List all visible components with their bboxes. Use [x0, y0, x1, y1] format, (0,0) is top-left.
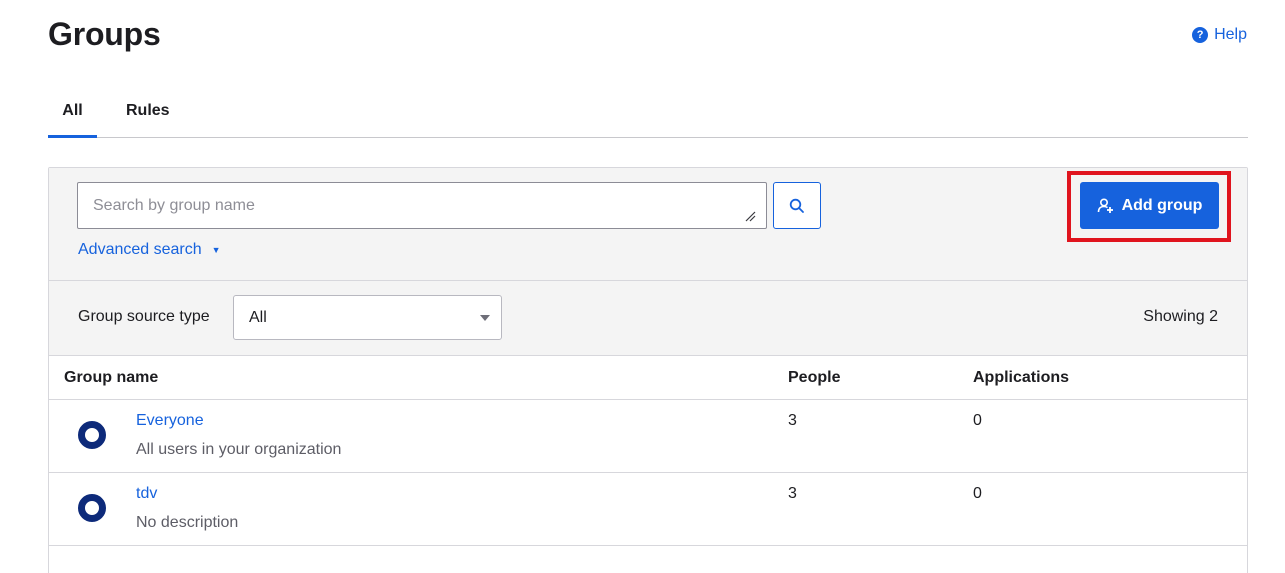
search-input[interactable]: [77, 182, 767, 229]
group-icon: [78, 421, 106, 449]
groups-panel: Advanced search ▼ Add group Group source…: [48, 167, 1248, 573]
add-group-label: Add group: [1121, 196, 1203, 214]
group-description: No description: [136, 514, 239, 531]
group-people-count: 3: [788, 485, 797, 502]
group-name-link[interactable]: tdv: [136, 485, 157, 503]
search-icon: [789, 198, 804, 213]
group-source-type-label: Group source type: [78, 308, 210, 325]
add-group-button[interactable]: Add group: [1080, 182, 1219, 229]
group-description: All users in your organization: [136, 441, 342, 458]
showing-count: Showing 2: [1143, 308, 1218, 325]
group-people-count: 3: [788, 412, 797, 429]
add-user-icon: [1097, 197, 1113, 213]
group-applications-count: 0: [973, 412, 982, 429]
help-label: Help: [1214, 26, 1247, 43]
table-row: Everyone All users in your organization …: [49, 400, 1247, 473]
page-title: Groups: [48, 16, 161, 52]
help-icon: ?: [1192, 27, 1209, 43]
table-header: Group name People Applications: [49, 356, 1247, 400]
column-header-applications: Applications: [973, 369, 1070, 386]
resize-grip-icon[interactable]: [744, 210, 756, 222]
tab-all[interactable]: All: [48, 88, 97, 138]
group-name-link[interactable]: Everyone: [136, 412, 204, 430]
caret-down-icon: ▼: [211, 245, 221, 255]
tab-rules[interactable]: Rules: [126, 88, 170, 138]
table-row: tdv No description 3 0: [49, 473, 1247, 546]
group-icon: [78, 494, 106, 522]
search-button[interactable]: [773, 182, 821, 229]
advanced-search-link[interactable]: Advanced search ▼: [78, 241, 221, 259]
help-link[interactable]: ? Help: [1192, 26, 1247, 44]
group-source-type-select[interactable]: All: [233, 295, 502, 340]
column-header-group-name: Group name: [64, 369, 159, 386]
advanced-search-label: Advanced search: [78, 241, 202, 258]
chevron-down-icon: [480, 315, 490, 321]
tab-bar: All Rules: [48, 88, 1248, 138]
group-applications-count: 0: [973, 485, 982, 502]
group-source-type-value: All: [249, 308, 267, 326]
column-header-people: People: [788, 369, 841, 386]
search-area: Advanced search ▼ Add group: [49, 168, 1247, 281]
filter-area: Group source type All Showing 2: [49, 281, 1247, 356]
